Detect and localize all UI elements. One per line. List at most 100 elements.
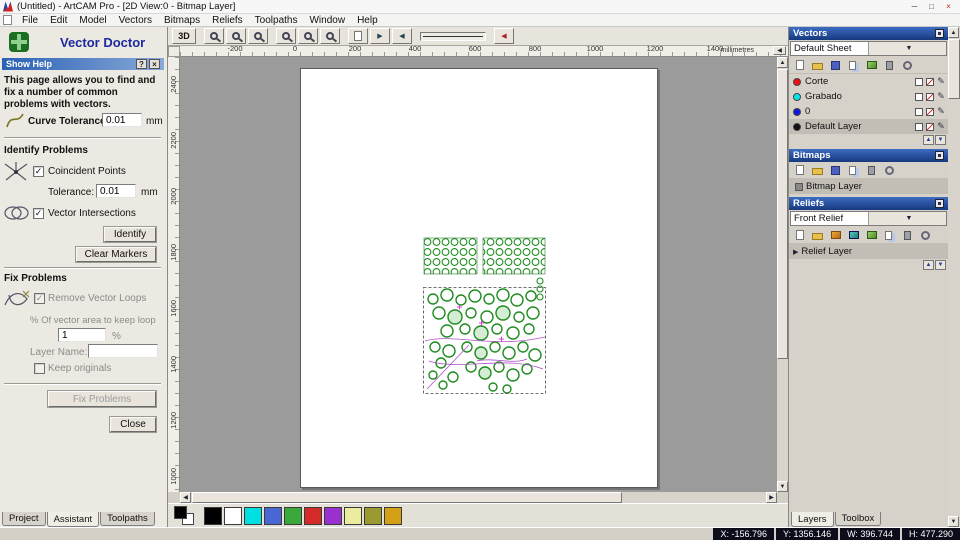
palette-swatch[interactable] <box>364 506 382 525</box>
show-help-bar[interactable]: Show Help ? × <box>2 58 164 70</box>
merge-layers-icon[interactable] <box>845 58 862 73</box>
menu-window[interactable]: Window <box>303 14 351 27</box>
sheet-dropdown[interactable]: Default Sheet ▼ <box>790 41 947 56</box>
layer-edit-icon[interactable]: ✎ <box>936 121 946 132</box>
relief-layer-row-selected[interactable]: ▶ Relief Layer <box>789 244 948 259</box>
keep-loop-input[interactable] <box>58 328 106 342</box>
palette-swatch[interactable] <box>344 506 362 525</box>
layer-visibility-icon[interactable] <box>914 107 924 117</box>
menu-toolpaths[interactable]: Toolpaths <box>249 14 304 27</box>
layer-visibility-icon[interactable] <box>914 92 924 102</box>
previous-view-icon[interactable]: ◀ <box>494 28 514 44</box>
zoom-extents-icon[interactable] <box>298 28 318 44</box>
primary-secondary-color-swatch[interactable] <box>174 505 196 526</box>
pan-right-icon[interactable]: ▶ <box>370 28 390 44</box>
layer-edit-icon[interactable]: ✎ <box>936 76 946 87</box>
menu-edit[interactable]: Edit <box>44 14 73 27</box>
palette-swatch[interactable] <box>284 506 302 525</box>
expand-arrow-icon[interactable]: ▶ <box>793 248 798 256</box>
palette-swatch[interactable] <box>224 506 242 525</box>
new-bitmap-layer-icon[interactable] <box>791 163 808 178</box>
panel-vertical-scrollbar[interactable]: ▲ ▼ <box>948 27 960 527</box>
vector-layer-row[interactable]: Grabado ✎ <box>789 89 948 104</box>
layer-lock-icon[interactable] <box>925 122 935 132</box>
close-panel-icon[interactable]: × <box>149 59 160 69</box>
move-layer-down-icon[interactable]: ▼ <box>935 260 946 270</box>
new-relief-layer-icon[interactable] <box>791 228 808 243</box>
chevron-down-icon[interactable]: ▼ <box>868 212 946 225</box>
vector-intersections-checkbox[interactable]: ✓ <box>33 208 44 219</box>
scrollbar-thumb[interactable] <box>192 492 622 503</box>
layer-name[interactable]: Grabado <box>805 91 913 102</box>
delete-layer-icon[interactable] <box>881 58 898 73</box>
scroll-down-icon[interactable]: ▼ <box>777 481 788 492</box>
zoom-window-icon[interactable] <box>248 28 268 44</box>
scroll-right-icon[interactable]: ▶ <box>766 492 777 503</box>
layer-name-input[interactable] <box>88 344 158 358</box>
curve-tolerance-input[interactable] <box>102 113 142 127</box>
move-layer-down-icon[interactable]: ▼ <box>935 135 946 145</box>
bitmap-options-icon[interactable] <box>881 163 898 178</box>
close-icon[interactable]: × <box>940 1 957 13</box>
layer-visibility-icon[interactable] <box>914 77 924 87</box>
zoom-previous-icon[interactable] <box>320 28 340 44</box>
primary-color[interactable] <box>174 505 187 519</box>
layer-name[interactable]: Corte <box>805 76 913 87</box>
open-bitmap-layer-icon[interactable] <box>809 163 826 178</box>
save-bitmap-layer-icon[interactable] <box>827 163 844 178</box>
scroll-left-icon[interactable]: ◀ <box>180 492 191 503</box>
layer-name[interactable]: 0 <box>805 106 913 117</box>
layer-name[interactable]: Bitmap Layer <box>806 181 946 192</box>
copy-layer-icon[interactable] <box>863 58 880 73</box>
zoom-out-icon[interactable] <box>226 28 246 44</box>
bitmap-layer-row-selected[interactable]: Bitmap Layer <box>789 179 948 194</box>
zoom-in-icon[interactable] <box>204 28 224 44</box>
layer-name[interactable]: Relief Layer <box>801 246 946 257</box>
tab-layers[interactable]: Layers <box>791 512 834 527</box>
clear-markers-button[interactable]: Clear Markers <box>75 246 157 263</box>
open-relief-layer-icon[interactable] <box>809 228 826 243</box>
canvas-vertical-scrollbar[interactable]: ▲ ▼ <box>777 57 788 492</box>
vector-layer-row-selected[interactable]: Default Layer ✎ <box>789 119 948 134</box>
close-button[interactable]: Close <box>109 416 157 433</box>
maximize-icon[interactable]: □ <box>923 1 940 13</box>
menu-help[interactable]: Help <box>351 14 384 27</box>
minimize-icon[interactable]: ─ <box>906 1 923 13</box>
palette-swatch[interactable] <box>304 506 322 525</box>
help-icon[interactable]: ? <box>136 59 147 69</box>
vector-layer-row[interactable]: 0 ✎ <box>789 104 948 119</box>
show-help-label[interactable]: Show Help <box>6 59 52 69</box>
menu-file[interactable]: File <box>16 14 44 27</box>
tab-toolpaths[interactable]: Toolpaths <box>100 512 155 526</box>
move-layer-up-icon[interactable]: ▲ <box>923 260 934 270</box>
new-vector-layer-icon[interactable] <box>791 58 808 73</box>
ruler-options-icon[interactable]: ◀ <box>773 46 786 55</box>
drawing-viewport[interactable] <box>180 57 777 492</box>
layer-color-dot[interactable] <box>793 122 801 131</box>
merge-bitmap-icon[interactable] <box>845 163 862 178</box>
tab-project[interactable]: Project <box>2 512 46 526</box>
chevron-down-icon[interactable]: ▼ <box>868 42 946 55</box>
tolerance-input[interactable] <box>96 184 136 198</box>
layer-color-dot[interactable] <box>793 92 801 101</box>
layer-color-dot[interactable] <box>793 107 801 116</box>
relief-merge-icon[interactable] <box>881 228 898 243</box>
menu-model[interactable]: Model <box>73 14 112 27</box>
pan-left-icon[interactable]: ◀ <box>392 28 412 44</box>
tab-assistant[interactable]: Assistant <box>46 512 100 527</box>
fix-problems-button[interactable]: Fix Problems <box>47 390 157 408</box>
palette-swatch[interactable] <box>244 506 262 525</box>
layer-lock-icon[interactable] <box>925 92 935 102</box>
menu-reliefs[interactable]: Reliefs <box>206 14 249 27</box>
layer-edit-icon[interactable]: ✎ <box>936 106 946 117</box>
menu-vectors[interactable]: Vectors <box>113 14 158 27</box>
coincident-points-checkbox[interactable]: ✓ <box>33 166 44 177</box>
canvas-horizontal-scrollbar[interactable]: ◀ ▶ <box>180 492 777 503</box>
pin-icon[interactable] <box>935 151 944 160</box>
delete-bitmap-icon[interactable] <box>863 163 880 178</box>
pin-icon[interactable] <box>935 29 944 38</box>
layer-color-dot[interactable] <box>793 77 801 86</box>
delete-relief-icon[interactable] <box>899 228 916 243</box>
view-3d-button[interactable]: 3D <box>172 28 196 44</box>
keep-originals-checkbox[interactable] <box>34 363 45 374</box>
